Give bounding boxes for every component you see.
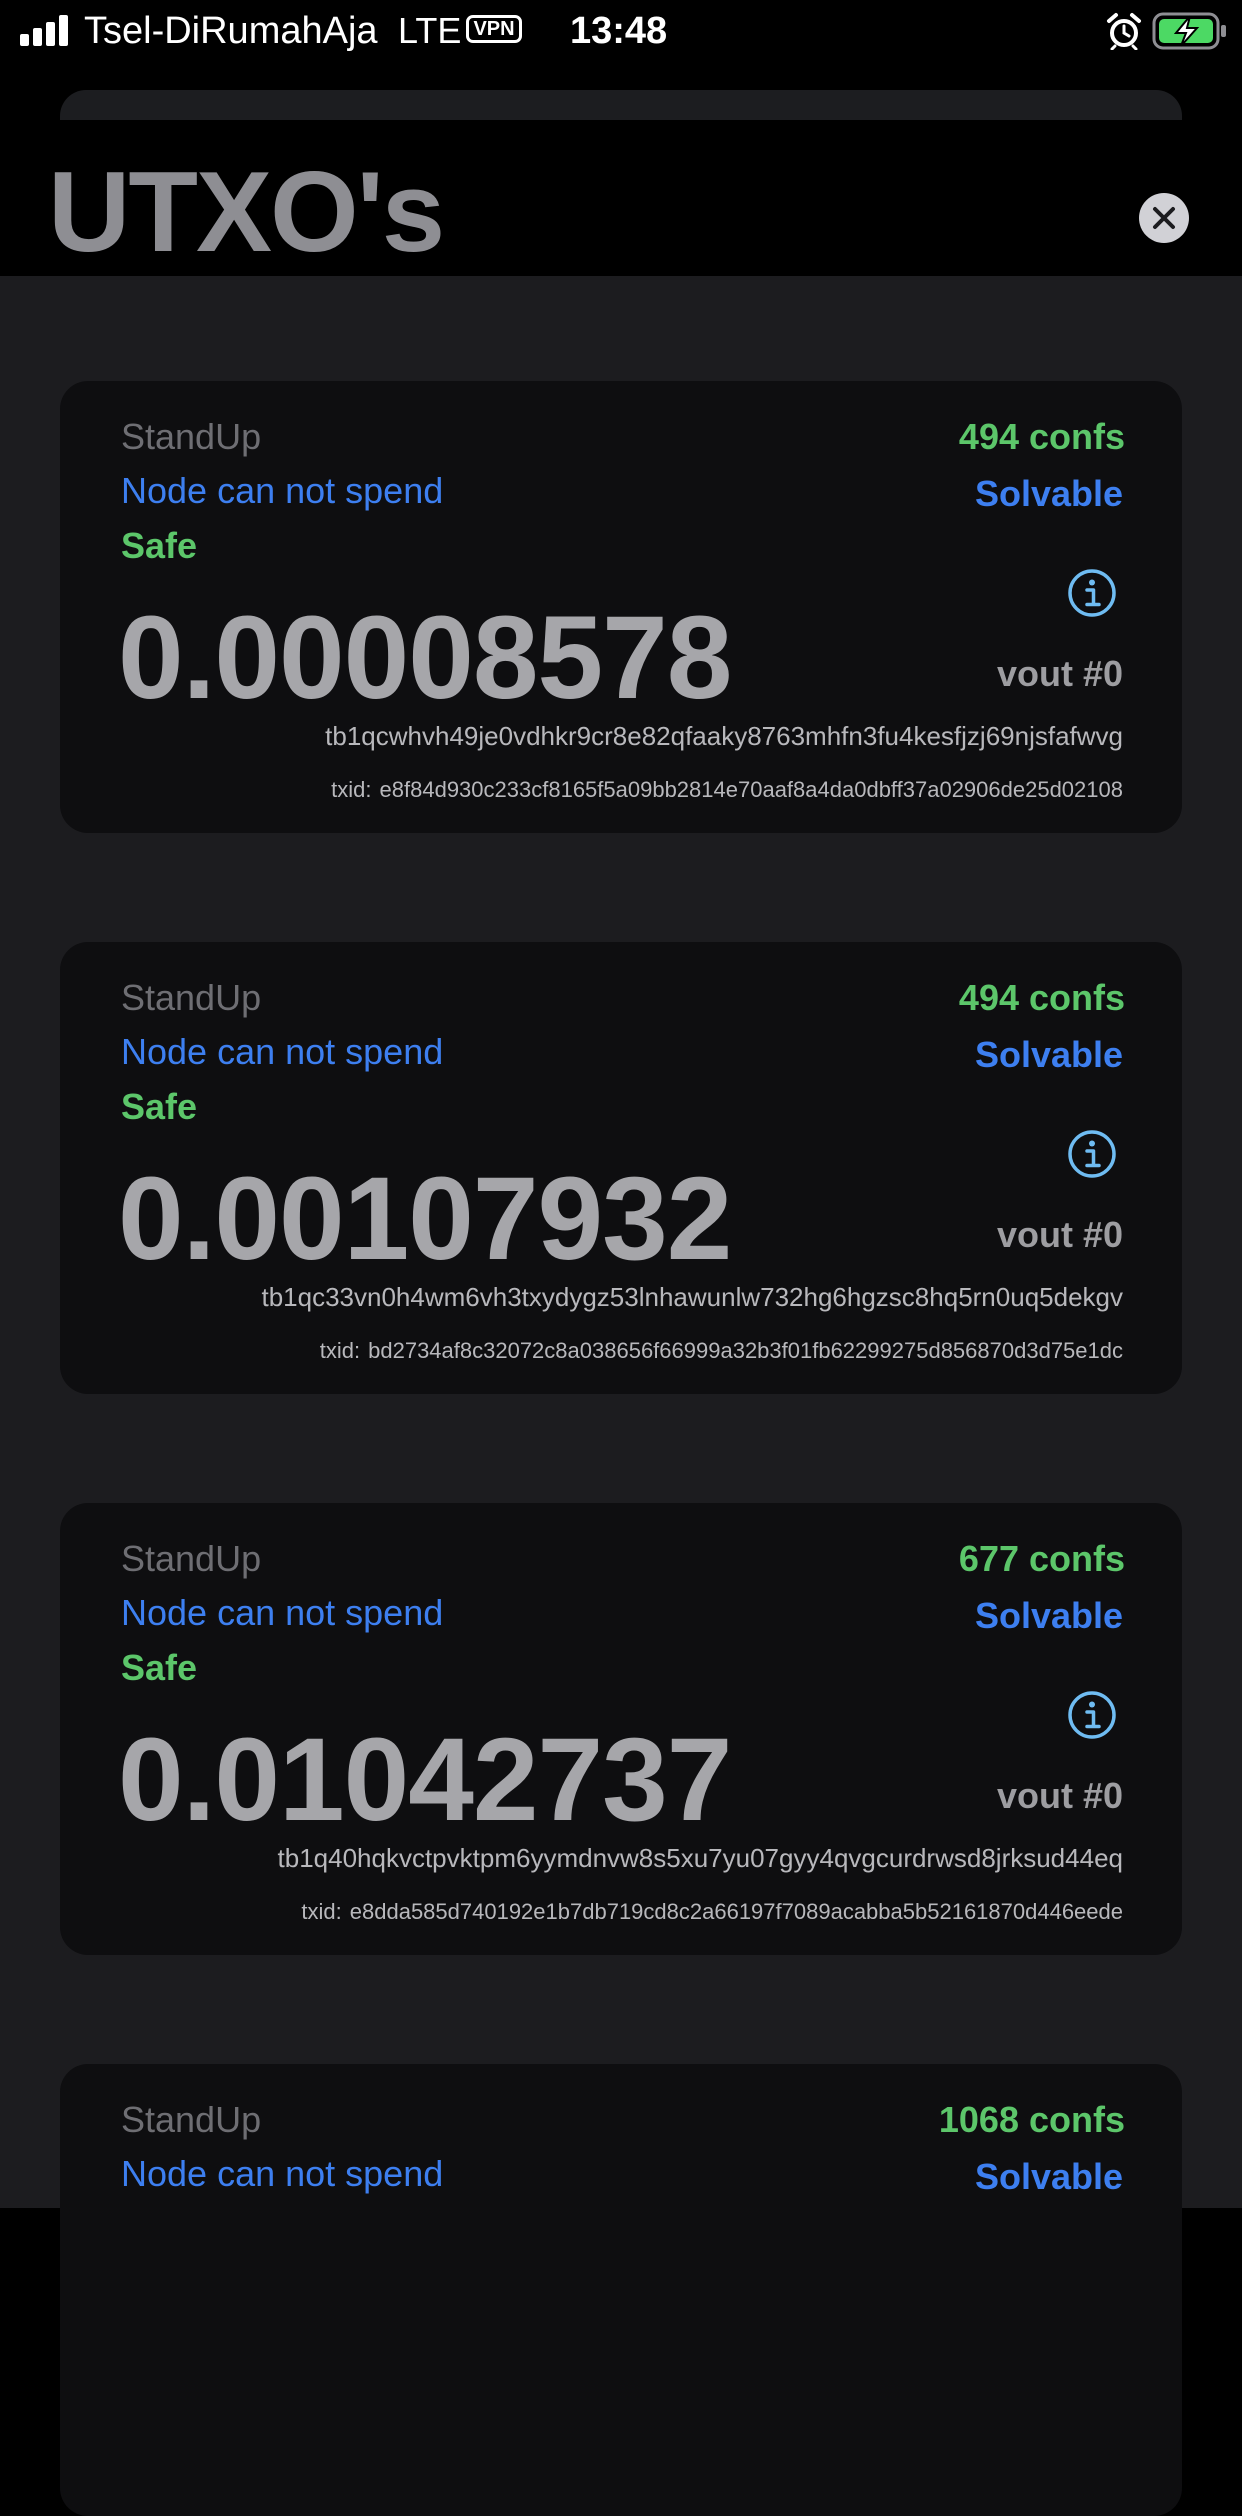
info-icon[interactable] [1066,1128,1118,1180]
close-button[interactable] [1139,193,1189,243]
confirmations-count: 677 confs [958,1538,1125,1579]
vpn-badge: VPN [466,15,522,43]
utxo-txid: txid: e8dda585d740192e1b7db719cd8c2a66197… [301,1897,1123,1927]
utxo-address: tb1q40hqkvctpvktpm6yymdnvw8s5xu7yu07gyy4… [277,1843,1123,1873]
vout-label: vout #0 [996,1775,1123,1816]
utxo-card[interactable]: StandUp Node can not spend Safe 494 conf… [60,942,1182,1394]
solvable-status: Solvable [974,1595,1123,1636]
spend-status: Node can not spend [121,1031,444,1072]
wallet-label: StandUp [121,977,262,1018]
info-icon[interactable] [1066,567,1118,619]
solvable-status: Solvable [974,1034,1123,1075]
utxo-card[interactable]: StandUp Node can not spend Safe 494 conf… [60,381,1182,833]
txid-prefix: txid: [301,1899,342,1924]
txid-value: e8dda585d740192e1b7db719cd8c2a66197f7089… [349,1899,1123,1924]
wallet-label: StandUp [121,1538,262,1579]
utxo-txid: txid: e8f84d930c233cf8165f5a09bb2814e70aa… [331,775,1123,805]
utxo-amount: 0.00008578 [118,592,732,724]
confirmations-count: 1068 confs [938,2099,1125,2140]
safe-status: Safe [121,1086,198,1127]
info-icon[interactable] [1066,1689,1118,1741]
carrier-name: Tsel-DiRumahAja [84,10,378,52]
signal-icon [20,14,72,46]
safe-status: Safe [121,1647,198,1688]
network-type: LTE [398,10,462,51]
txid-value: e8f84d930c233cf8165f5a09bb2814e70aaf8a4d… [379,777,1123,802]
vout-label: vout #0 [996,1214,1123,1255]
spend-status: Node can not spend [121,2153,444,2194]
txid-prefix: txid: [319,1338,361,1363]
close-icon [1153,207,1175,229]
vout-label: vout #0 [996,653,1123,694]
page-title: UTXO's [48,149,445,276]
utxo-card[interactable]: StandUp Node can not spend Safe 677 conf… [60,1503,1182,1955]
utxo-amount: 0.00107932 [118,1153,732,1285]
status-time: 13:48 [570,10,668,52]
txid-value: bd2734af8c32072c8a038656f66999a32b3f01fb… [368,1338,1123,1363]
wallet-label: StandUp [121,2099,262,2140]
utxo-amount: 0.01042737 [118,1714,732,1846]
wallet-label: StandUp [121,416,262,457]
sheet-edge [60,90,1182,120]
utxo-list[interactable]: StandUp Node can not spend Safe 494 conf… [0,276,1242,2516]
solvable-status: Solvable [974,2156,1123,2197]
confirmations-count: 494 confs [958,977,1125,1018]
txid-prefix: txid: [331,777,372,802]
spend-status: Node can not spend [121,1592,444,1633]
battery-charging-icon [1152,12,1226,50]
confirmations-count: 494 confs [958,416,1125,457]
utxo-address: tb1qc33vn0h4wm6vh3txydygz53lnhawunlw732h… [261,1282,1123,1312]
utxo-card[interactable]: StandUp Node can not spend 1068 confs So… [60,2064,1182,2516]
safe-status: Safe [121,525,198,566]
utxo-txid: txid: bd2734af8c32072c8a038656f66999a32b3… [320,1336,1123,1366]
solvable-status: Solvable [974,473,1123,514]
status-bar: Tsel-DiRumahAja LTE VPN 13:48 [0,0,1242,62]
alarm-icon [1107,13,1141,50]
spend-status: Node can not spend [121,470,444,511]
utxo-address: tb1qcwhvh49je0vdhkr9cr8e82qfaaky8763mhfn… [325,721,1123,751]
